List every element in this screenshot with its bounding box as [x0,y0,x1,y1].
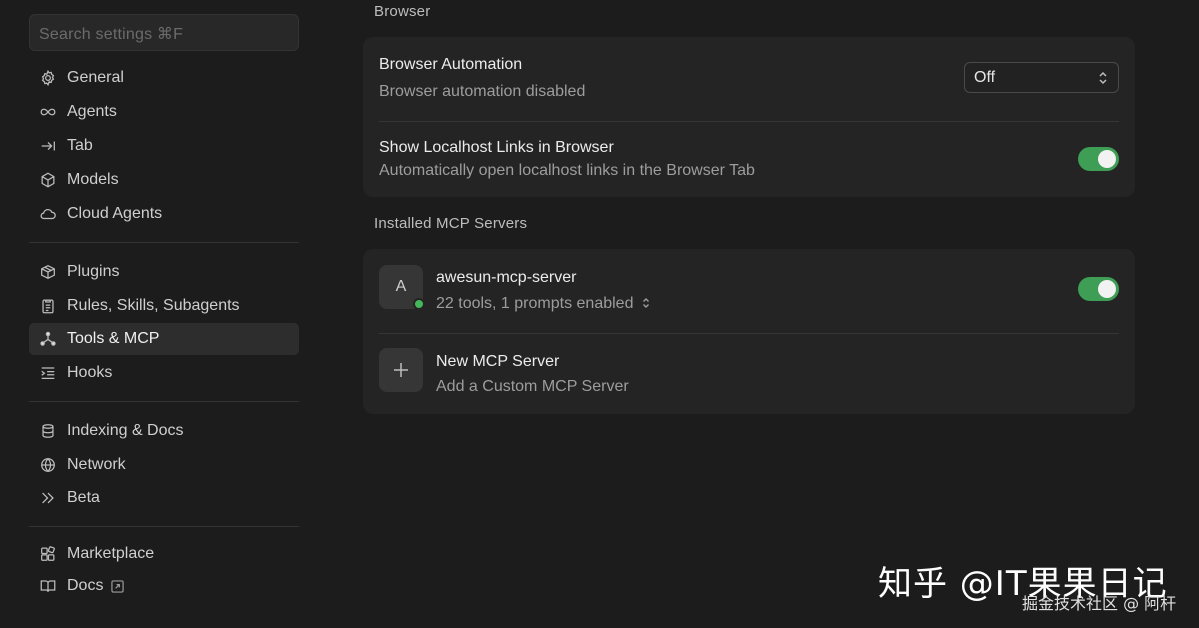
add-server-button[interactable] [379,348,423,392]
sidebar-item-hooks[interactable]: Hooks [29,357,299,389]
cube-icon [38,170,58,190]
sidebar-divider [29,242,299,243]
sidebar-item-beta[interactable]: Beta [29,482,299,514]
sidebar-item-label: General [67,69,124,86]
status-dot-icon [413,298,425,310]
server-summary-toggle[interactable]: 22 tools, 1 prompts enabled [436,295,651,313]
sidebar-divider [29,401,299,402]
sidebar-item-marketplace[interactable]: Marketplace [29,538,299,570]
sidebar-item-docs[interactable]: Docs [29,570,299,602]
section-title-mcp: Installed MCP Servers [374,215,528,232]
select-value: Off [974,68,996,86]
list-indent-icon [38,363,58,383]
sidebar-item-tab[interactable]: Tab [29,130,299,162]
localhost-links-toggle[interactable] [1078,147,1119,171]
package-icon [38,262,58,282]
browser-automation-select[interactable]: Off [964,62,1119,93]
sidebar-item-label: Plugins [67,263,120,280]
database-icon [38,421,58,441]
arrow-to-line-icon [38,136,58,156]
row-divider [379,333,1119,334]
sidebar-item-label: Tab [67,137,93,154]
cloud-icon [38,204,58,224]
clipboard-icon [38,296,58,316]
new-server-title[interactable]: New MCP Server [436,353,559,371]
settings-sidebar: Search settings ⌘F General Agents Tab Mo… [0,0,318,628]
blocks-icon [38,544,58,564]
sidebar-item-models[interactable]: Models [29,164,299,196]
localhost-links-title: Show Localhost Links in Browser [379,139,614,156]
sidebar-item-network[interactable]: Network [29,449,299,481]
server-summary: 22 tools, 1 prompts enabled [436,295,634,312]
avatar-letter: A [395,278,407,295]
plus-icon [394,363,408,377]
sidebar-item-tools-mcp[interactable]: Tools & MCP [29,323,299,355]
browser-settings-card: Browser Automation Browser automation di… [363,37,1135,197]
sidebar-item-label: Tools & MCP [67,330,160,347]
gear-icon [38,68,58,88]
sidebar-item-label: Agents [67,103,117,120]
sidebar-item-label: Models [67,171,119,188]
sidebar-item-agents[interactable]: Agents [29,96,299,128]
server-enabled-toggle[interactable] [1078,277,1119,301]
section-title-browser: Browser [374,3,431,20]
chevron-up-down-icon [1099,71,1107,84]
server-name: awesun-mcp-server [436,269,577,286]
sidebar-item-label: Network [67,456,126,473]
sidebar-item-plugins[interactable]: Plugins [29,256,299,288]
double-chevron-right-icon [38,488,58,508]
sidebar-item-label: Hooks [67,364,113,381]
toggle-knob [1098,150,1116,168]
sidebar-item-label: Beta [67,489,100,506]
search-input[interactable]: Search settings ⌘F [29,14,299,51]
globe-icon [38,455,58,475]
sidebar-item-label: Marketplace [67,545,155,562]
toggle-knob [1098,280,1116,298]
new-server-subtitle: Add a Custom MCP Server [436,378,629,395]
sidebar-divider [29,526,299,527]
sidebar-item-indexing-docs[interactable]: Indexing & Docs [29,415,299,447]
network-nodes-icon [38,329,58,349]
sidebar-item-label: Rules, Skills, Subagents [67,297,240,314]
sidebar-item-label: Cloud Agents [67,205,163,222]
sidebar-item-rules[interactable]: Rules, Skills, Subagents [29,290,299,322]
chevron-up-down-icon [641,296,651,308]
external-link-icon [111,579,125,593]
sidebar-item-label: Docs [67,577,104,594]
server-avatar: A [379,265,425,310]
watermark-sub: 掘金技术社区 @ 阿杆 [1022,594,1177,613]
sidebar-item-cloud-agents[interactable]: Cloud Agents [29,198,299,230]
mcp-servers-card: A awesun-mcp-server 22 tools, 1 prompts … [363,249,1135,414]
sidebar-item-label: Indexing & Docs [67,422,184,439]
localhost-links-subtitle: Automatically open localhost links in th… [379,162,755,179]
browser-automation-title: Browser Automation [379,56,523,73]
book-open-icon [38,576,58,596]
row-divider [379,121,1119,122]
browser-automation-subtitle: Browser automation disabled [379,83,586,100]
infinity-icon [38,102,58,122]
sidebar-item-general[interactable]: General [29,62,299,94]
